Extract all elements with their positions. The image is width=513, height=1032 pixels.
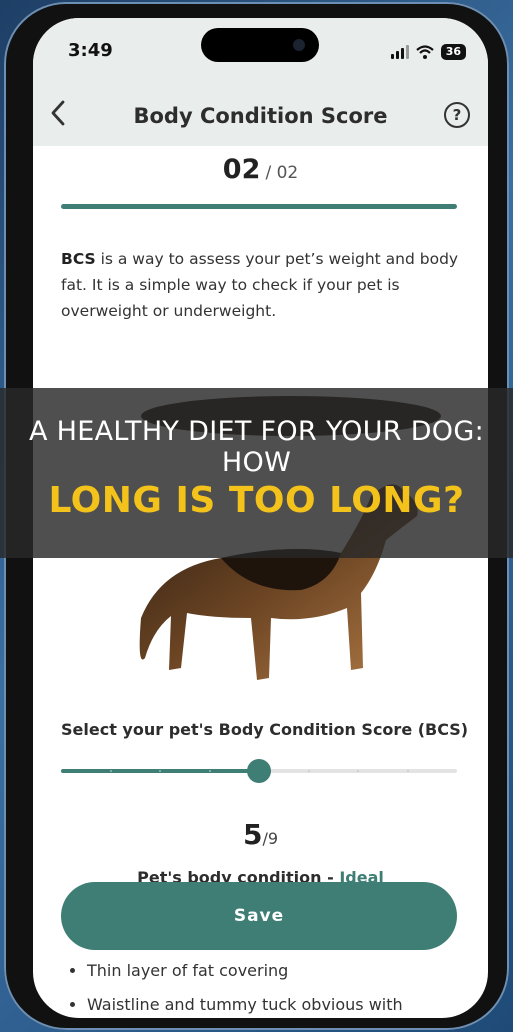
- signal-icon: [390, 45, 409, 59]
- status-icons: 36: [390, 44, 466, 60]
- slider-tick: [357, 770, 359, 772]
- list-item: Thin layer of fat covering: [87, 954, 488, 988]
- wifi-icon: [415, 45, 434, 59]
- status-time: 3:49: [68, 40, 113, 61]
- slider-tick: [406, 770, 409, 772]
- slider-tick: [208, 770, 211, 772]
- save-button[interactable]: Save: [61, 882, 457, 950]
- dynamic-island: [201, 28, 319, 62]
- slider-thumb[interactable]: [247, 759, 271, 783]
- bcs-slider[interactable]: [61, 759, 457, 783]
- bcs-select-label: Select your pet's Body Condition Score (…: [61, 720, 469, 739]
- question-circle-icon[interactable]: ?: [444, 102, 470, 128]
- step-total: / 02: [265, 163, 299, 183]
- page-title: Body Condition Score: [133, 104, 388, 128]
- bcs-score-max: /9: [262, 829, 279, 848]
- bcs-description-text: is a way to assess your pet’s weight and…: [61, 250, 459, 320]
- slider-tick: [159, 770, 161, 772]
- battery-icon: 36: [440, 44, 466, 60]
- slider-tick: [109, 770, 112, 772]
- bcs-score-value: 5: [242, 818, 263, 851]
- bcs-description: BCS is a way to assess your pet’s weight…: [61, 246, 461, 324]
- bcs-score: 5/9: [33, 818, 488, 851]
- article-title-banner: A HEALTHY DIET FOR YOUR DOG: HOW LONG IS…: [0, 388, 513, 558]
- step-current: 02: [222, 154, 261, 185]
- step-progress-bar: [61, 204, 457, 209]
- banner-title-line1: A HEALTHY DIET FOR YOUR DOG: HOW: [29, 416, 484, 478]
- bcs-term: BCS: [61, 250, 96, 268]
- condition-details-list: Thin layer of fat covering Waistline and…: [61, 954, 488, 1018]
- banner-title-line2: LONG IS TOO LONG?: [48, 480, 465, 521]
- slider-tick: [307, 770, 310, 772]
- app-header: Body Condition Score ?: [33, 90, 488, 146]
- step-indicator: 02 / 02: [33, 154, 488, 185]
- list-item: Waistline and tummy tuck obvious with: [87, 988, 488, 1018]
